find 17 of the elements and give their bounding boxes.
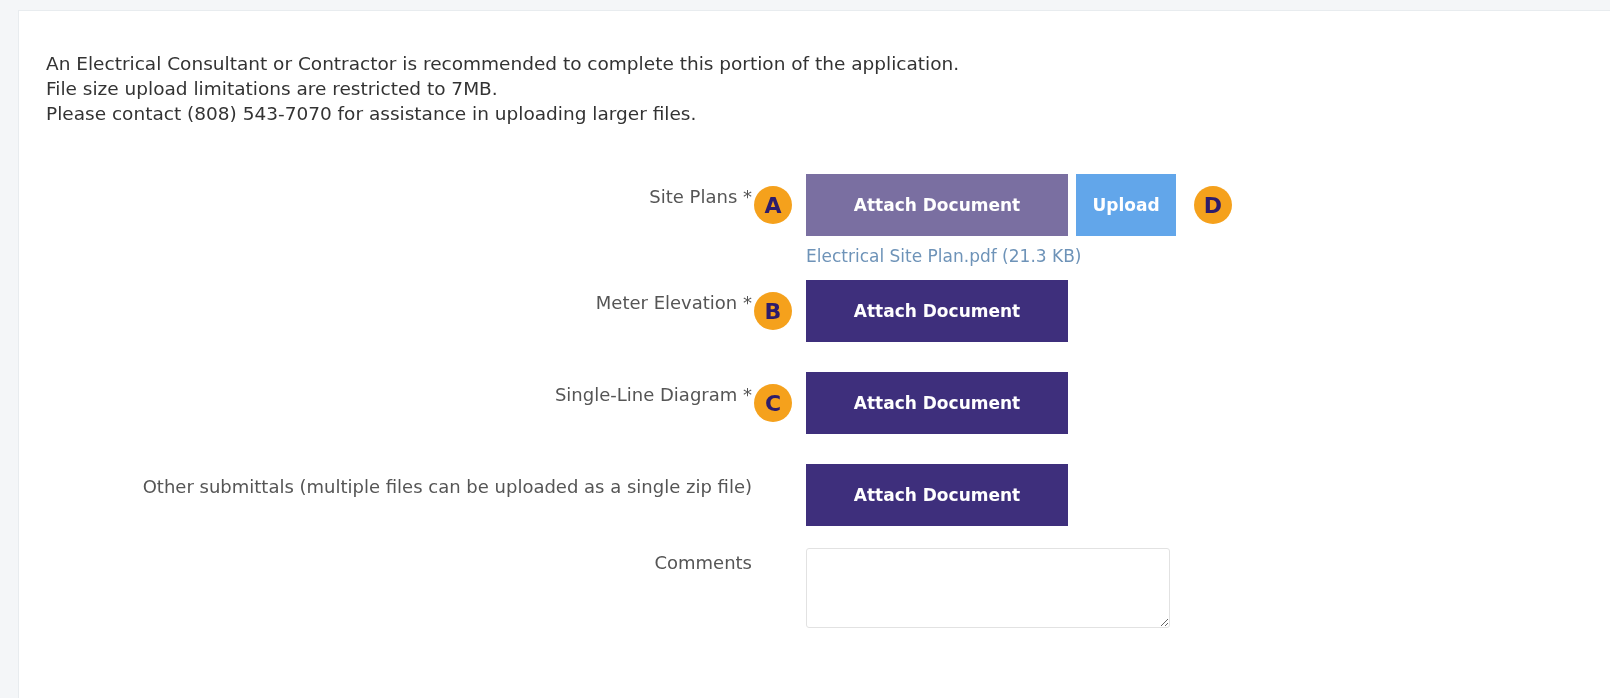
attach-document-button[interactable]: Attach Document	[806, 174, 1068, 236]
callout-badge: B	[754, 292, 792, 330]
attach-document-button[interactable]: Attach Document	[806, 372, 1068, 434]
callout-badge: C	[754, 384, 792, 422]
callout-badge: A	[754, 186, 792, 224]
comments-field[interactable]	[806, 548, 1170, 628]
callout-badge: D	[1194, 186, 1232, 224]
instruction-text: File size upload limitations are restricted to 7MB.	[46, 77, 499, 101]
instruction-text: An Electrical Consultant or Contractor is recommended to complete this portion of the application.	[46, 52, 961, 76]
attach-document-button[interactable]: Attach Document	[806, 464, 1068, 526]
attach-document-button[interactable]: Attach Document	[806, 280, 1068, 342]
field-label: Other submittals (multiple files can be uploaded as a single zip file)	[141, 475, 752, 499]
field-label: Single-Line Diagram *	[553, 383, 752, 407]
field-label: Meter Elevation *	[594, 291, 752, 315]
field-label: Site Plans *	[648, 185, 752, 209]
field-label: Comments	[653, 551, 752, 575]
instruction-text: Please contact (808) 543-7070 for assistance in uploading larger files.	[46, 102, 698, 126]
